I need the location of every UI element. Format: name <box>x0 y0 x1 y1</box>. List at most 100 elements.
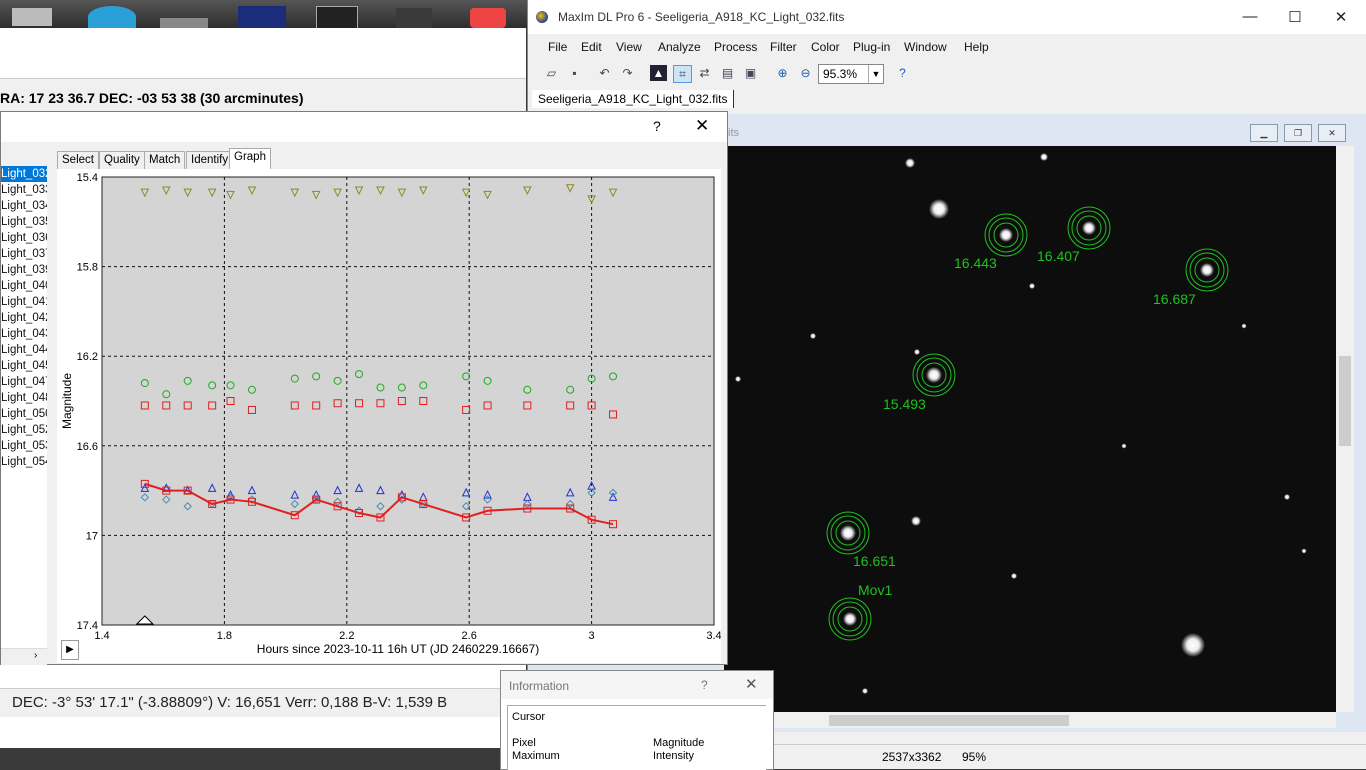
undo-icon[interactable]: ↶ <box>596 65 613 81</box>
file-list-item[interactable]: Light_048 <box>1 390 47 406</box>
desktop-icon[interactable] <box>470 8 506 28</box>
y-tick-label: 15.8 <box>77 262 98 274</box>
zoom-select[interactable]: 95.3% ▼ <box>818 64 884 84</box>
settings-icon[interactable]: ▣ <box>742 65 759 81</box>
file-list-item[interactable]: Light_034 <box>1 198 47 214</box>
star-field <box>735 153 1307 694</box>
desktop-icon[interactable] <box>238 6 286 28</box>
document-tab[interactable]: Seeligeria_A918_KC_Light_032.fits <box>532 90 735 108</box>
file-list-item[interactable]: Light_039 <box>1 262 47 278</box>
file-list-item[interactable]: Light_043 <box>1 326 47 342</box>
file-list-item[interactable]: Light_035 <box>1 214 47 230</box>
chevron-right-icon[interactable]: › <box>34 650 37 661</box>
tab-quality[interactable]: Quality <box>99 151 145 169</box>
chevron-down-icon: ▼ <box>868 65 883 83</box>
image-close-button[interactable]: ✕ <box>1318 124 1346 142</box>
file-list-item[interactable]: Light_032 <box>1 166 47 182</box>
desktop-icon[interactable] <box>160 18 208 28</box>
light-curve-chart: 1.4 1.8 2.2 2.6 3 3.415.415.816.216.61717.4Ho… <box>60 172 722 656</box>
menu-plugin[interactable]: Plug-in <box>853 40 890 54</box>
magnitude-label: Magnitude <box>653 737 705 749</box>
x-tick-label: 3.4 <box>706 630 721 642</box>
maxim-logo-icon <box>536 11 548 23</box>
file-list-item[interactable]: Light_033 <box>1 182 47 198</box>
menu-color[interactable]: Color <box>811 40 840 54</box>
redo-icon[interactable]: ↷ <box>619 65 636 81</box>
horizontal-scrollbar[interactable] <box>724 712 1336 728</box>
info-close-button[interactable]: ✕ <box>745 675 758 693</box>
info-title: Information <box>509 679 570 693</box>
close-button[interactable]: ✕ <box>1331 8 1351 26</box>
y-tick-label: 15.4 <box>77 172 98 184</box>
menu-process[interactable]: Process <box>714 40 757 54</box>
file-list-item[interactable]: Light_054 <box>1 454 47 470</box>
mag-label: 15.493 <box>883 396 926 412</box>
y-tick-label: 16.2 <box>77 351 98 363</box>
x-tick-label: 2.6 <box>462 630 477 642</box>
file-list-item[interactable]: Light_044 <box>1 342 47 358</box>
info-help-button[interactable]: ? <box>701 678 708 692</box>
status-zoom: 95% <box>962 750 987 764</box>
tab-graph[interactable]: Graph <box>229 148 271 169</box>
information-dialog: Information ? ✕ Cursor Pixel Magnitude M… <box>500 670 774 770</box>
vertical-scrollbar[interactable] <box>1336 146 1354 712</box>
menu-bar: File Edit View Analyze Process Filter Co… <box>528 36 1366 58</box>
image-restore-button[interactable]: ❐ <box>1284 124 1312 142</box>
menu-help[interactable]: Help <box>964 40 989 54</box>
image-dimensions: 2537x3362 <box>882 750 942 764</box>
desktop-icon[interactable] <box>396 8 432 28</box>
y-tick-label: 17 <box>86 530 98 542</box>
file-list-item[interactable]: Light_047 <box>1 374 47 390</box>
toolbar: ▱ ▪ ↶ ↷ ▲ ⌗ ⇄ ▤ ▣ ⊕ ⊖ 95.3% ▼ ? <box>528 60 1366 86</box>
y-tick-label: 16.6 <box>77 441 98 453</box>
dialog-header: ? ✕ <box>1 112 727 142</box>
crosshair-icon[interactable]: ⌗ <box>673 65 692 83</box>
maximize-button[interactable]: ☐ <box>1285 8 1305 26</box>
open-icon[interactable]: ▱ <box>543 65 560 81</box>
file-list-item[interactable]: Light_040 <box>1 278 47 294</box>
menu-view[interactable]: View <box>616 40 642 54</box>
menu-filter[interactable]: Filter <box>770 40 797 54</box>
desktop-icon[interactable] <box>12 8 52 26</box>
zoom-in-icon[interactable]: ⊕ <box>774 65 791 81</box>
zoom-out-icon[interactable]: ⊖ <box>797 65 814 81</box>
flip-icon[interactable]: ⇄ <box>696 65 713 81</box>
file-list[interactable]: Light_032 Light_033 Light_034 Light_035 Ligh… <box>1 166 47 666</box>
minimize-button[interactable]: — <box>1240 8 1260 25</box>
desktop-icon[interactable] <box>316 6 358 30</box>
x-tick-label: 2.2 <box>339 630 354 642</box>
menu-edit[interactable]: Edit <box>581 40 602 54</box>
y-axis-label: Magnitude <box>60 373 74 429</box>
image-view-icon[interactable]: ▲ <box>650 65 667 81</box>
menu-file[interactable]: File <box>548 40 567 54</box>
file-list-scrollbar[interactable]: › <box>1 648 47 665</box>
save-icon[interactable]: ▪ <box>566 65 583 81</box>
browser-icon[interactable] <box>88 6 136 28</box>
menu-analyze[interactable]: Analyze <box>658 40 701 54</box>
file-list-item[interactable]: Light_041 <box>1 294 47 310</box>
plot-area <box>101 176 715 626</box>
file-list-item[interactable]: Light_036 <box>1 230 47 246</box>
file-list-item[interactable]: Light_042 <box>1 310 47 326</box>
mag-label: 16.407 <box>1037 248 1080 264</box>
window-title: MaxIm DL Pro 6 - Seeligeria_A918_KC_Ligh… <box>558 10 845 24</box>
context-help-icon[interactable]: ? <box>894 65 911 81</box>
image-window-title: its <box>728 127 739 139</box>
light-curve-graph[interactable]: 1.4 1.8 2.2 2.6 3 3.4 15.4 15.8 16.2 16.6 17 17.4 Ho… <box>57 169 722 663</box>
file-list-item[interactable]: Light_052 <box>1 422 47 438</box>
lock-icon[interactable]: ▤ <box>719 65 736 81</box>
close-button[interactable]: ✕ <box>695 116 709 136</box>
file-list-item[interactable]: Light_045 <box>1 358 47 374</box>
menu-window[interactable]: Window <box>904 40 947 54</box>
play-icon[interactable]: ▶ <box>61 640 79 660</box>
file-list-item[interactable]: Light_053 <box>1 438 47 454</box>
tab-match[interactable]: Match <box>144 151 186 169</box>
star-info-status: DEC: -3° 53' 17.1" (-3.88809°) V: 16,651… <box>0 688 528 717</box>
tab-select[interactable]: Select <box>57 151 99 169</box>
image-minimize-button[interactable]: ▁ <box>1250 124 1278 142</box>
tab-identify[interactable]: Identify <box>186 151 234 169</box>
help-button[interactable]: ? <box>653 118 661 134</box>
file-list-item[interactable]: Light_050 <box>1 406 47 422</box>
file-list-item[interactable]: Light_037 <box>1 246 47 262</box>
astronomy-image[interactable]: 16.443 16.407 16.687 15.493 16.651 Mov1 <box>724 146 1336 712</box>
